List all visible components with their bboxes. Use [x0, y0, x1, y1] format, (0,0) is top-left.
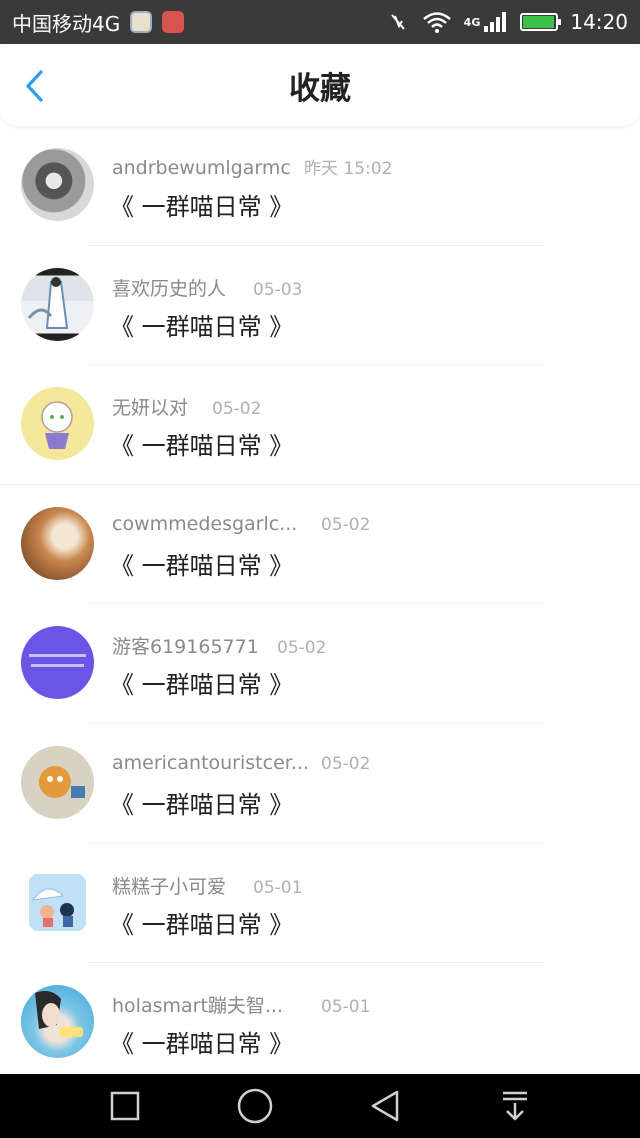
wifi-icon: [422, 12, 451, 33]
battery-level: [523, 16, 554, 28]
back-button[interactable]: [16, 68, 52, 104]
favorite-item[interactable]: 无妍以对 05-02 《 一群喵日常 》: [0, 365, 640, 485]
user-name[interactable]: 喜欢历史的人: [112, 274, 253, 301]
user-avatar[interactable]: [21, 148, 94, 221]
system-navigation-bar: [0, 1074, 640, 1138]
vibrate-off-icon: [390, 14, 405, 30]
user-name[interactable]: 游客619165771: [112, 632, 277, 659]
work-title[interactable]: 《 一群喵日常 》: [110, 665, 293, 700]
triangle-back-icon: [371, 1090, 399, 1122]
home-button[interactable]: [235, 1086, 275, 1126]
chevron-left-icon: [26, 70, 43, 102]
signal-strength-icon: [484, 12, 507, 32]
user-name[interactable]: cowmmedesgarlc...: [112, 513, 321, 535]
user-avatar[interactable]: [21, 387, 94, 461]
work-title[interactable]: 《 一群喵日常 》: [110, 1024, 293, 1059]
clock: 14:20: [570, 10, 628, 34]
favorite-date: 05-02: [321, 753, 371, 774]
favorite-item[interactable]: cowmmedesgarlc... 05-02 《 一群喵日常 》: [0, 485, 640, 605]
mail-app-notification-icon: [162, 11, 185, 33]
work-title[interactable]: 《 一群喵日常 》: [110, 426, 293, 461]
work-title[interactable]: 《 一群喵日常 》: [110, 785, 293, 820]
cartoon-animal-icon: [39, 765, 85, 798]
carrier-label: 中国移动4G: [12, 11, 121, 36]
user-name[interactable]: holasmart蹦夫智...: [112, 991, 321, 1018]
user-name[interactable]: andrbewumlgarmc: [112, 157, 304, 179]
favorite-date: 05-02: [277, 638, 327, 659]
battery-icon: [520, 13, 562, 31]
favorite-date: 05-02: [321, 514, 371, 535]
work-title[interactable]: 《 一群喵日常 》: [110, 187, 293, 222]
status-bar: 中国移动4G 4G 14:20: [0, 0, 640, 44]
user-name[interactable]: americantouristcer...: [112, 752, 321, 774]
favorite-date: 05-02: [212, 399, 262, 420]
favorite-date: 05-01: [321, 997, 371, 1018]
user-name[interactable]: 糕糕子小可爱: [112, 872, 253, 899]
favorite-item[interactable]: 游客619165771 05-02 《 一群喵日常 》: [0, 604, 640, 724]
cartoon-girl-icon: [41, 401, 73, 450]
notification-pull-button[interactable]: [495, 1086, 535, 1126]
text-avatar-icon: [29, 654, 86, 668]
page-title: 收藏: [289, 70, 351, 107]
status-icons: 4G 14:20: [386, 10, 628, 34]
favorites-list: andrbewumlgarmc 昨天 15:02 《 一群喵日常 》 喜欢历史的…: [0, 126, 640, 1083]
user-avatar[interactable]: [21, 626, 94, 700]
user-avatar[interactable]: [21, 506, 94, 580]
portrait-photo-icon: [35, 991, 83, 1038]
photos-app-notification-icon: [130, 11, 153, 33]
network-type-badge: 4G: [463, 16, 481, 29]
favorite-date: 05-03: [253, 279, 303, 300]
user-avatar[interactable]: [21, 745, 94, 819]
recents-button[interactable]: [105, 1086, 145, 1126]
pull-down-icon: [503, 1091, 527, 1121]
favorite-item[interactable]: americantouristcer... 05-02 《 一群喵日常 》: [0, 724, 640, 844]
user-avatar[interactable]: [21, 865, 94, 939]
user-name[interactable]: 无妍以对: [112, 393, 212, 420]
work-title[interactable]: 《 一群喵日常 》: [110, 905, 293, 940]
top-bar: 收藏: [0, 44, 640, 126]
work-title[interactable]: 《 一群喵日常 》: [110, 546, 293, 581]
square-recents-icon: [110, 1091, 140, 1121]
work-title[interactable]: 《 一群喵日常 》: [110, 307, 293, 342]
favorite-item[interactable]: holasmart蹦夫智... 05-01 《 一群喵日常 》: [0, 963, 640, 1083]
favorite-date: 昨天 15:02: [304, 159, 393, 179]
favorite-item[interactable]: 糕糕子小可爱 05-01 《 一群喵日常 》: [0, 844, 640, 964]
user-avatar[interactable]: [21, 985, 94, 1059]
favorite-date: 05-01: [253, 877, 303, 898]
favorite-item[interactable]: andrbewumlgarmc 昨天 15:02 《 一群喵日常 》: [0, 126, 640, 246]
user-avatar[interactable]: [21, 267, 94, 341]
ink-painting-figure-icon: [27, 276, 69, 329]
circle-home-icon: [237, 1088, 273, 1124]
favorite-item[interactable]: 喜欢历史的人 05-03 《 一群喵日常 》: [0, 246, 640, 366]
umbrella-kids-icon: [29, 873, 86, 931]
back-nav-button[interactable]: [365, 1086, 405, 1126]
